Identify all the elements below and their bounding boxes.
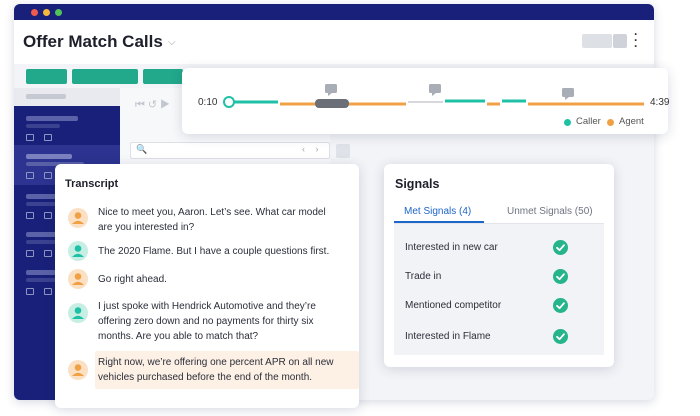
maximize-window-button[interactable] bbox=[55, 9, 62, 16]
check-icon bbox=[553, 269, 568, 284]
comment-icon bbox=[44, 212, 52, 219]
caller-avatar-icon bbox=[68, 241, 88, 261]
window-titlebar bbox=[14, 4, 654, 20]
search-input[interactable] bbox=[130, 142, 330, 159]
comment-icon bbox=[325, 84, 337, 96]
signal-item: Mentioned competitor bbox=[394, 296, 604, 316]
transcript-card: Transcript Nice to meet you, Aaron. Let’… bbox=[55, 164, 359, 408]
doc-icon bbox=[26, 134, 34, 141]
playhead-scrubber[interactable] bbox=[315, 99, 349, 108]
message-line: months. Are you able to match that? bbox=[98, 331, 259, 342]
signal-label: Trade in bbox=[405, 271, 442, 282]
legend-caller: Caller bbox=[576, 116, 601, 127]
message-line: Right now, we’re offering one percent AP… bbox=[98, 357, 334, 368]
playback-controls[interactable]: ⏮↺▶ bbox=[135, 98, 173, 112]
caller-avatar-icon bbox=[68, 303, 88, 323]
header-dropdown-button[interactable] bbox=[613, 34, 627, 48]
signal-label: Mentioned competitor bbox=[405, 300, 502, 311]
signal-item: Trade in bbox=[394, 267, 604, 287]
toolbar-tab-1[interactable] bbox=[26, 69, 67, 84]
active-tab-indicator bbox=[394, 221, 484, 223]
header-action-button[interactable] bbox=[582, 34, 612, 48]
comment-icon bbox=[44, 250, 52, 257]
page-title: Offer Match Calls bbox=[23, 32, 163, 51]
sidebar-item[interactable] bbox=[22, 112, 118, 146]
pager-arrows[interactable]: ‹ › bbox=[302, 144, 323, 154]
comment-icon bbox=[44, 172, 52, 179]
close-window-button[interactable] bbox=[31, 9, 38, 16]
more-options-icon[interactable]: · · · bbox=[634, 28, 638, 52]
agent-avatar-icon bbox=[68, 269, 88, 289]
signal-label: Interested in new car bbox=[405, 242, 498, 253]
message-line: vehicles purchased before the end of the… bbox=[98, 372, 313, 383]
chevron-down-icon[interactable]: ⌵ bbox=[168, 37, 176, 48]
toolbar-tab-2[interactable] bbox=[72, 69, 138, 84]
agent-avatar-icon bbox=[68, 360, 88, 380]
call-timeline-card: 0:10 4:39 Caller Agent bbox=[182, 68, 669, 134]
signal-item: Interested in new car bbox=[394, 238, 604, 258]
panel-toggle[interactable] bbox=[336, 144, 350, 158]
comment-icon bbox=[44, 288, 52, 295]
doc-icon bbox=[26, 172, 34, 179]
message-line: The 2020 Flame. But I have a couple ques… bbox=[98, 246, 330, 257]
comment-icon bbox=[429, 84, 441, 96]
doc-icon bbox=[26, 250, 34, 257]
tab-unmet-signals[interactable]: Unmet Signals (50) bbox=[507, 206, 593, 217]
signals-card: Signals Met Signals (4) Unmet Signals (5… bbox=[384, 164, 614, 367]
signals-title: Signals bbox=[395, 177, 440, 191]
signal-label: Interested in Flame bbox=[405, 331, 491, 342]
app-header: Offer Match Calls ⌵ · · · bbox=[14, 20, 654, 64]
legend-agent: Agent bbox=[619, 116, 644, 127]
comment-icon bbox=[562, 88, 574, 100]
transcript-title: Transcript bbox=[65, 178, 119, 190]
comment-icon bbox=[44, 134, 52, 141]
agent-legend-dot bbox=[607, 119, 614, 126]
sidebar-filter-placeholder bbox=[26, 94, 66, 99]
message-line: I just spoke with Hendrick Automotive an… bbox=[98, 301, 316, 312]
minimize-window-button[interactable] bbox=[43, 9, 50, 16]
message-line: Nice to meet you, Aaron. Let’s see. What… bbox=[98, 207, 326, 218]
timeline-start-handle bbox=[223, 96, 235, 108]
check-icon bbox=[553, 329, 568, 344]
message-line: are you interested in? bbox=[98, 222, 195, 233]
doc-icon bbox=[26, 212, 34, 219]
message-line: Go right ahead. bbox=[98, 274, 167, 285]
agent-avatar-icon bbox=[68, 208, 88, 228]
toolbar-tab-3[interactable] bbox=[143, 69, 183, 84]
doc-icon bbox=[26, 288, 34, 295]
message-line: offering zero down and no payments for t… bbox=[98, 316, 314, 327]
tab-met-signals[interactable]: Met Signals (4) bbox=[404, 206, 471, 217]
signal-item: Interested in Flame bbox=[394, 327, 604, 347]
check-icon bbox=[553, 240, 568, 255]
search-icon: 🔍 bbox=[136, 144, 148, 154]
check-icon bbox=[553, 298, 568, 313]
caller-legend-dot bbox=[564, 119, 571, 126]
